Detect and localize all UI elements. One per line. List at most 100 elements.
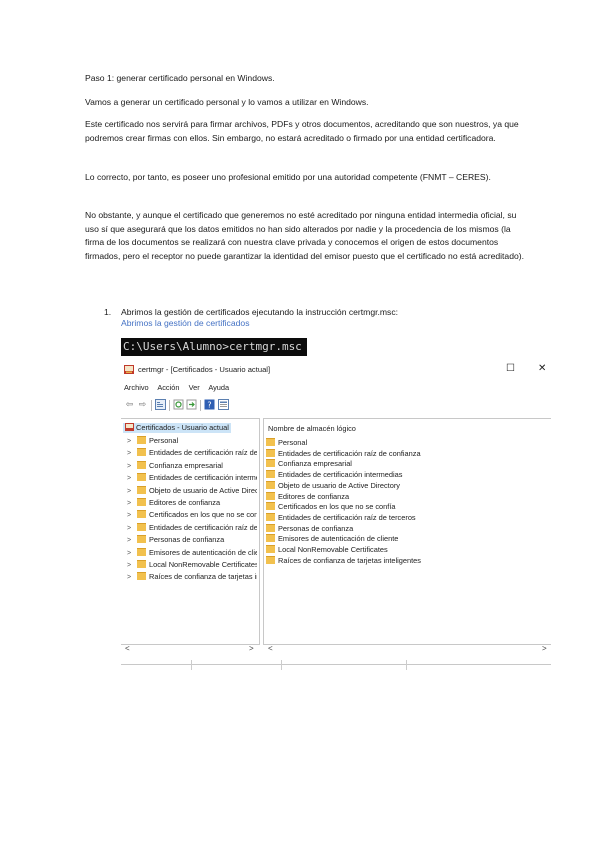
forward-arrow-icon[interactable]: ⇨ bbox=[137, 399, 148, 410]
tree-item[interactable]: > Objeto de usuario de Active Directory bbox=[127, 485, 257, 496]
status-bar-separator bbox=[281, 660, 282, 670]
scroll-right-icon[interactable]: > bbox=[249, 644, 254, 654]
tree-item-label: Personas de confianza bbox=[149, 535, 225, 545]
chevron-right-icon[interactable]: > bbox=[127, 462, 137, 471]
scroll-left-icon[interactable]: < bbox=[125, 644, 130, 654]
list-item[interactable]: Entidades de certificación raíz de confi… bbox=[266, 448, 421, 459]
list-item[interactable]: Certificados en los que no se confía bbox=[266, 502, 396, 512]
tree-item[interactable]: > Raíces de confianza de tarjetas intelig… bbox=[127, 572, 257, 582]
chevron-right-icon[interactable]: > bbox=[127, 499, 137, 508]
scroll-left-icon[interactable]: < bbox=[268, 644, 273, 654]
list-item-label: Entidades de certificación intermedias bbox=[278, 470, 403, 480]
back-arrow-icon[interactable]: ⇦ bbox=[124, 399, 135, 410]
list-item-label: Entidades de certificación raíz de terce… bbox=[278, 512, 416, 522]
folder-icon bbox=[137, 436, 146, 444]
tree-item-label: Entidades de certificación raíz de terce… bbox=[149, 522, 257, 532]
tree-item-label: Entidades de certificación intermedias bbox=[149, 473, 257, 483]
chevron-right-icon[interactable]: > bbox=[127, 549, 137, 558]
list-item[interactable]: Personal bbox=[266, 438, 307, 448]
scroll-right-icon[interactable]: > bbox=[542, 644, 547, 654]
tree-root-label: Certificados - Usuario actual bbox=[136, 423, 229, 432]
chevron-right-icon[interactable]: > bbox=[127, 536, 137, 545]
figure-caption: Abrimos la gestión de certificados bbox=[121, 318, 250, 328]
folder-icon bbox=[137, 498, 146, 506]
menu-bar: Archivo Acción Ver Ayuda bbox=[124, 383, 236, 394]
folder-icon bbox=[266, 448, 275, 457]
folder-icon bbox=[266, 470, 275, 479]
list-item[interactable]: Entidades de certificación raíz de terce… bbox=[266, 512, 416, 523]
list-item-label: Objeto de usuario de Active Directory bbox=[278, 480, 401, 490]
certificate-purpose-paragraph: Este certificado nos servirá para firmar… bbox=[85, 119, 519, 143]
folder-icon bbox=[266, 438, 275, 446]
tree-root-item[interactable]: Certificados - Usuario actual bbox=[123, 423, 231, 433]
tree-item[interactable]: > Certificados en los que no se confía bbox=[127, 510, 257, 520]
tree-item[interactable]: > Emisores de autenticación de cliente bbox=[127, 547, 257, 558]
chevron-right-icon[interactable]: > bbox=[127, 487, 137, 496]
list-item[interactable]: Personas de confianza bbox=[266, 523, 353, 534]
folder-icon bbox=[137, 522, 146, 531]
list-item[interactable]: Entidades de certificación intermedias bbox=[266, 470, 402, 480]
list-item[interactable]: Raíces de confianza de tarjetas intelige… bbox=[266, 555, 421, 566]
folder-icon bbox=[266, 480, 275, 489]
folder-icon bbox=[137, 473, 146, 482]
folder-icon bbox=[266, 459, 275, 468]
folder-icon bbox=[266, 512, 275, 521]
export-icon[interactable] bbox=[186, 399, 197, 410]
chevron-right-icon[interactable]: > bbox=[127, 561, 137, 570]
column-header[interactable]: Nombre de almacén lógico bbox=[268, 424, 356, 433]
list-item[interactable]: Objeto de usuario de Active Directory bbox=[266, 480, 401, 491]
folder-icon bbox=[137, 460, 146, 469]
menu-ver[interactable]: Ver bbox=[189, 383, 200, 392]
tree-item-label: Personal bbox=[149, 436, 179, 445]
tree-item[interactable]: > Confianza empresarial bbox=[127, 460, 257, 471]
step-heading: Paso 1: generar certificado personal en … bbox=[85, 73, 275, 83]
window-title: certmgr - [Certificados - Usuario actual… bbox=[138, 365, 271, 374]
chevron-right-icon[interactable]: > bbox=[127, 437, 137, 446]
chevron-right-icon[interactable]: > bbox=[127, 524, 137, 533]
folder-icon bbox=[137, 448, 146, 457]
tree-item[interactable]: > Editores de confianza bbox=[127, 498, 257, 508]
svg-text:?: ? bbox=[207, 401, 211, 410]
tree-item[interactable]: > Local NonRemovable Certificates bbox=[127, 560, 257, 570]
tree-item-label: Entidades de certificación raíz de confi… bbox=[149, 448, 257, 458]
console-command-screenshot: C:\Users\Alumno>certmgr.msc bbox=[121, 338, 307, 356]
window-titlebar: certmgr - [Certificados - Usuario actual… bbox=[121, 361, 551, 379]
folder-icon bbox=[137, 510, 146, 519]
folder-icon bbox=[137, 535, 146, 544]
list-item[interactable]: Local NonRemovable Certificates bbox=[266, 545, 388, 555]
tree-item[interactable]: > Personal bbox=[127, 436, 257, 446]
menu-archivo[interactable]: Archivo bbox=[124, 383, 149, 392]
menu-accion[interactable]: Acción bbox=[157, 383, 179, 392]
tree-item-label: Certificados en los que no se confía bbox=[149, 510, 257, 520]
tree-item-label: Emisores de autenticación de cliente bbox=[149, 547, 257, 557]
close-icon[interactable]: ✕ bbox=[538, 363, 546, 374]
tree-item-label: Confianza empresarial bbox=[149, 460, 223, 470]
certmgr-window-screenshot: certmgr - [Certificados - Usuario actual… bbox=[121, 361, 551, 672]
list-item[interactable]: Confianza empresarial bbox=[266, 459, 352, 469]
list-item[interactable]: Emisores de autenticación de cliente bbox=[266, 534, 398, 544]
toolbar-separator bbox=[151, 400, 152, 411]
tree-item[interactable]: > Entidades de certificación raíz de terc… bbox=[127, 522, 257, 533]
menu-ayuda[interactable]: Ayuda bbox=[208, 383, 229, 392]
folder-icon bbox=[266, 555, 275, 564]
list-item-text: Abrimos la gestión de certificados ejecu… bbox=[121, 307, 399, 317]
tree-item[interactable]: > Entidades de certificación raíz de conf… bbox=[127, 448, 257, 458]
toolbar-separator bbox=[169, 400, 170, 411]
chevron-right-icon[interactable]: > bbox=[127, 474, 137, 483]
folder-icon bbox=[266, 523, 275, 532]
chevron-right-icon[interactable]: > bbox=[127, 573, 137, 582]
chevron-right-icon[interactable]: > bbox=[127, 511, 137, 520]
tree-item[interactable]: > Personas de confianza bbox=[127, 535, 257, 545]
properties-icon[interactable] bbox=[218, 399, 229, 410]
help-icon[interactable]: ? bbox=[204, 399, 215, 410]
list-item-label: Raíces de confianza de tarjetas intelige… bbox=[278, 555, 421, 565]
professional-certificate-paragraph: Lo correcto, por tanto, es poseer uno pr… bbox=[85, 172, 491, 182]
console-tree-icon[interactable] bbox=[155, 399, 166, 410]
maximize-icon[interactable]: ☐ bbox=[506, 363, 515, 374]
list-item-label: Emisores de autenticación de cliente bbox=[278, 534, 399, 544]
list-item[interactable]: Editores de confianza bbox=[266, 491, 349, 502]
refresh-icon[interactable] bbox=[173, 399, 184, 410]
toolbar: ⇦ ⇨ ? bbox=[124, 399, 324, 413]
tree-item[interactable]: > Entidades de certificación intermedias bbox=[127, 473, 257, 483]
chevron-right-icon[interactable]: > bbox=[127, 449, 137, 458]
